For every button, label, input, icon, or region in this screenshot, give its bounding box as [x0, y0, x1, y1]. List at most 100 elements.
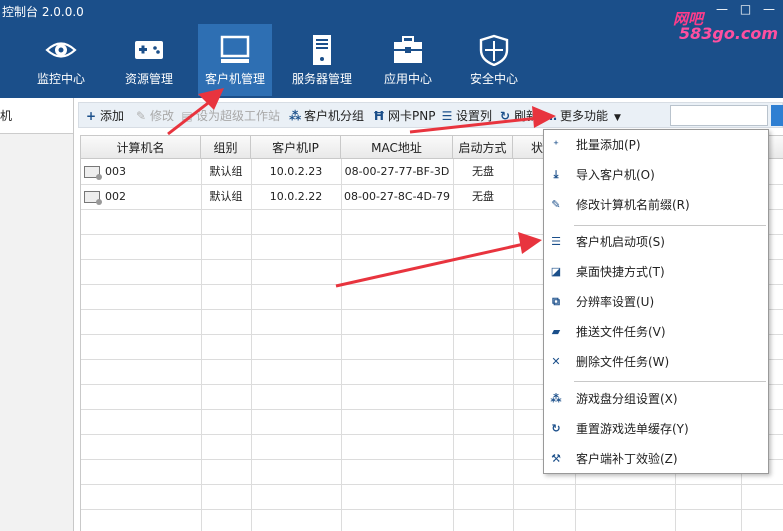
- menu-item-push-file-task[interactable]: ▰ 推送文件任务(V): [544, 319, 768, 345]
- set-super-workstation-button[interactable]: ▤ 设为超级工作站: [181, 107, 280, 125]
- cell-computer-name: 003: [105, 165, 126, 178]
- menu-item-label: 推送文件任务(V): [576, 325, 666, 339]
- toolbox-icon: [394, 36, 422, 63]
- menu-item-label: 删除文件任务(W): [576, 355, 670, 369]
- edit-button[interactable]: ✎ 修改: [135, 107, 174, 125]
- wrench-icon: ⚒: [551, 452, 561, 465]
- nav-security-center[interactable]: 安全中心: [457, 24, 531, 96]
- nav-application-center[interactable]: 应用中心: [371, 24, 445, 96]
- server-icon: [313, 35, 331, 65]
- left-panel: 机: [0, 98, 74, 531]
- more-functions-button[interactable]: … 更多功能 ▼: [545, 107, 621, 125]
- delete-icon: ✕: [551, 355, 561, 368]
- nav-client-management[interactable]: 客户机管理: [198, 24, 272, 96]
- shortcut-icon: ◪: [550, 265, 562, 278]
- cell-mac: 08-00-27-8C-4D-79: [344, 190, 450, 203]
- import-icon: ⤓: [553, 168, 559, 181]
- chevron-down-icon: ▼: [614, 113, 621, 123]
- menu-item-label: 分辨率设置(U): [576, 295, 655, 309]
- pen-icon: ✎: [551, 198, 561, 211]
- menu-item-label: 游戏盘分组设置(X): [576, 392, 678, 406]
- menu-item-reset-game-cache[interactable]: ↻ 重置游戏选单缓存(Y): [544, 416, 768, 442]
- refresh-button[interactable]: ↻ 刷新: [499, 107, 538, 125]
- workstation-icon: ▤: [181, 109, 193, 123]
- gamepad-icon: [135, 41, 163, 59]
- menu-item-label: 桌面快捷方式(T): [576, 265, 665, 279]
- computer-icon: [84, 166, 102, 180]
- client-group-button[interactable]: ⁂ 客户机分组: [289, 107, 364, 125]
- search-input[interactable]: [670, 105, 768, 126]
- nav-label: 安全中心: [469, 72, 518, 86]
- nav-label: 客户机管理: [204, 72, 265, 86]
- menu-item-delete-file-task[interactable]: ✕ 删除文件任务(W): [544, 349, 768, 375]
- menu-item-desktop-shortcut[interactable]: ◪ 桌面快捷方式(T): [544, 259, 768, 285]
- set-columns-label: 设置列: [456, 109, 493, 123]
- super-ws-label: 设为超级工作站: [196, 109, 281, 123]
- column-header-boot-mode[interactable]: 启动方式: [453, 135, 513, 159]
- menu-item-label: 批量添加(P): [576, 138, 641, 152]
- folder-icon: ▰: [551, 325, 561, 338]
- left-tree-item[interactable]: 机: [0, 98, 73, 134]
- menu-item-import-clients[interactable]: ⤓ 导入客户机(O): [544, 162, 768, 188]
- menu-item-label: 导入客户机(O): [576, 168, 655, 182]
- monitor-icon: [220, 35, 250, 63]
- nav-resource-management[interactable]: 资源管理: [112, 24, 186, 96]
- cell-ip: 10.0.2.23: [269, 165, 323, 178]
- menu-item-resolution[interactable]: ⧉ 分辨率设置(U): [544, 289, 768, 315]
- eye-icon: [45, 42, 77, 58]
- menu-divider: [574, 225, 766, 226]
- menu-item-rename-prefix[interactable]: ✎ 修改计算机名前缀(R): [544, 192, 768, 218]
- cell-boot-mode: 无盘: [472, 190, 494, 203]
- nav-label: 监控中心: [36, 72, 85, 86]
- nav-label: 资源管理: [124, 72, 173, 86]
- menu-item-game-disk-group[interactable]: ⁂ 游戏盘分组设置(X): [544, 386, 768, 412]
- cell-group: 默认组: [209, 190, 243, 203]
- add-button[interactable]: + 添加: [85, 107, 124, 125]
- top-navigation-bar: 控制台 2.0.0.0 — □ — 监控中心 资源管理 客户机管理 服务器管理: [0, 0, 783, 98]
- group-icon: ⁂: [289, 109, 302, 123]
- cell-mac: 08-00-27-77-BF-3D: [344, 165, 450, 178]
- nav-server-management[interactable]: 服务器管理: [285, 24, 359, 96]
- plus-icon: +: [85, 109, 97, 123]
- menu-item-patch-verify[interactable]: ⚒ 客户端补丁效验(Z): [544, 446, 768, 472]
- nav-label: 服务器管理: [291, 72, 352, 86]
- menu-item-client-startup[interactable]: ☰ 客户机启动项(S): [544, 229, 768, 255]
- menu-item-label: 修改计算机名前缀(R): [576, 198, 690, 212]
- resolution-icon: ⧉: [552, 295, 560, 308]
- site-watermark: 网吧 583go.com: [673, 4, 778, 44]
- client-group-label: 客户机分组: [304, 109, 365, 123]
- edit-label: 修改: [150, 109, 175, 123]
- ellipsis-icon: …: [545, 109, 557, 123]
- reset-icon: ↻: [551, 422, 561, 435]
- shield-icon: [479, 34, 509, 66]
- menu-item-label: 重置游戏选单缓存(Y): [576, 422, 689, 436]
- nic-pnp-button[interactable]: Ħ 网卡PNP: [373, 107, 435, 125]
- column-header-mac[interactable]: MAC地址: [341, 135, 453, 159]
- network-card-icon: Ħ: [373, 109, 385, 123]
- menu-item-label: 客户机启动项(S): [576, 235, 665, 249]
- list-icon: ☰: [551, 235, 561, 248]
- cell-group: 默认组: [209, 165, 243, 178]
- cell-boot-mode: 无盘: [472, 165, 494, 178]
- refresh-label: 刷新: [514, 109, 539, 123]
- refresh-icon: ↻: [499, 109, 511, 123]
- cell-computer-name: 002: [105, 190, 126, 203]
- column-header-group[interactable]: 组别: [201, 135, 251, 159]
- menu-item-batch-add[interactable]: ⁺ 批量添加(P): [544, 132, 768, 158]
- menu-divider: [574, 381, 766, 382]
- batch-add-icon: ⁺: [553, 138, 559, 151]
- nic-pnp-label: 网卡PNP: [388, 109, 436, 123]
- set-columns-button[interactable]: ☰ 设置列: [441, 107, 492, 125]
- cell-ip: 10.0.2.22: [269, 190, 323, 203]
- nav-label: 应用中心: [383, 72, 432, 86]
- group-icon: ⁂: [550, 392, 562, 405]
- more-label: 更多功能: [560, 109, 609, 123]
- nav-monitor-center[interactable]: 监控中心: [24, 24, 98, 96]
- column-header-client-ip[interactable]: 客户机IP: [251, 135, 341, 159]
- app-title: 控制台 2.0.0.0: [2, 5, 84, 19]
- add-label: 添加: [100, 109, 125, 123]
- menu-item-label: 客户端补丁效验(Z): [576, 452, 678, 466]
- search-button[interactable]: [771, 105, 783, 126]
- more-functions-dropdown-menu: ⁺ 批量添加(P) ⤓ 导入客户机(O) ✎ 修改计算机名前缀(R) ☰ 客户机启动项(…: [543, 129, 769, 474]
- column-header-computer-name[interactable]: 计算机名: [81, 135, 201, 159]
